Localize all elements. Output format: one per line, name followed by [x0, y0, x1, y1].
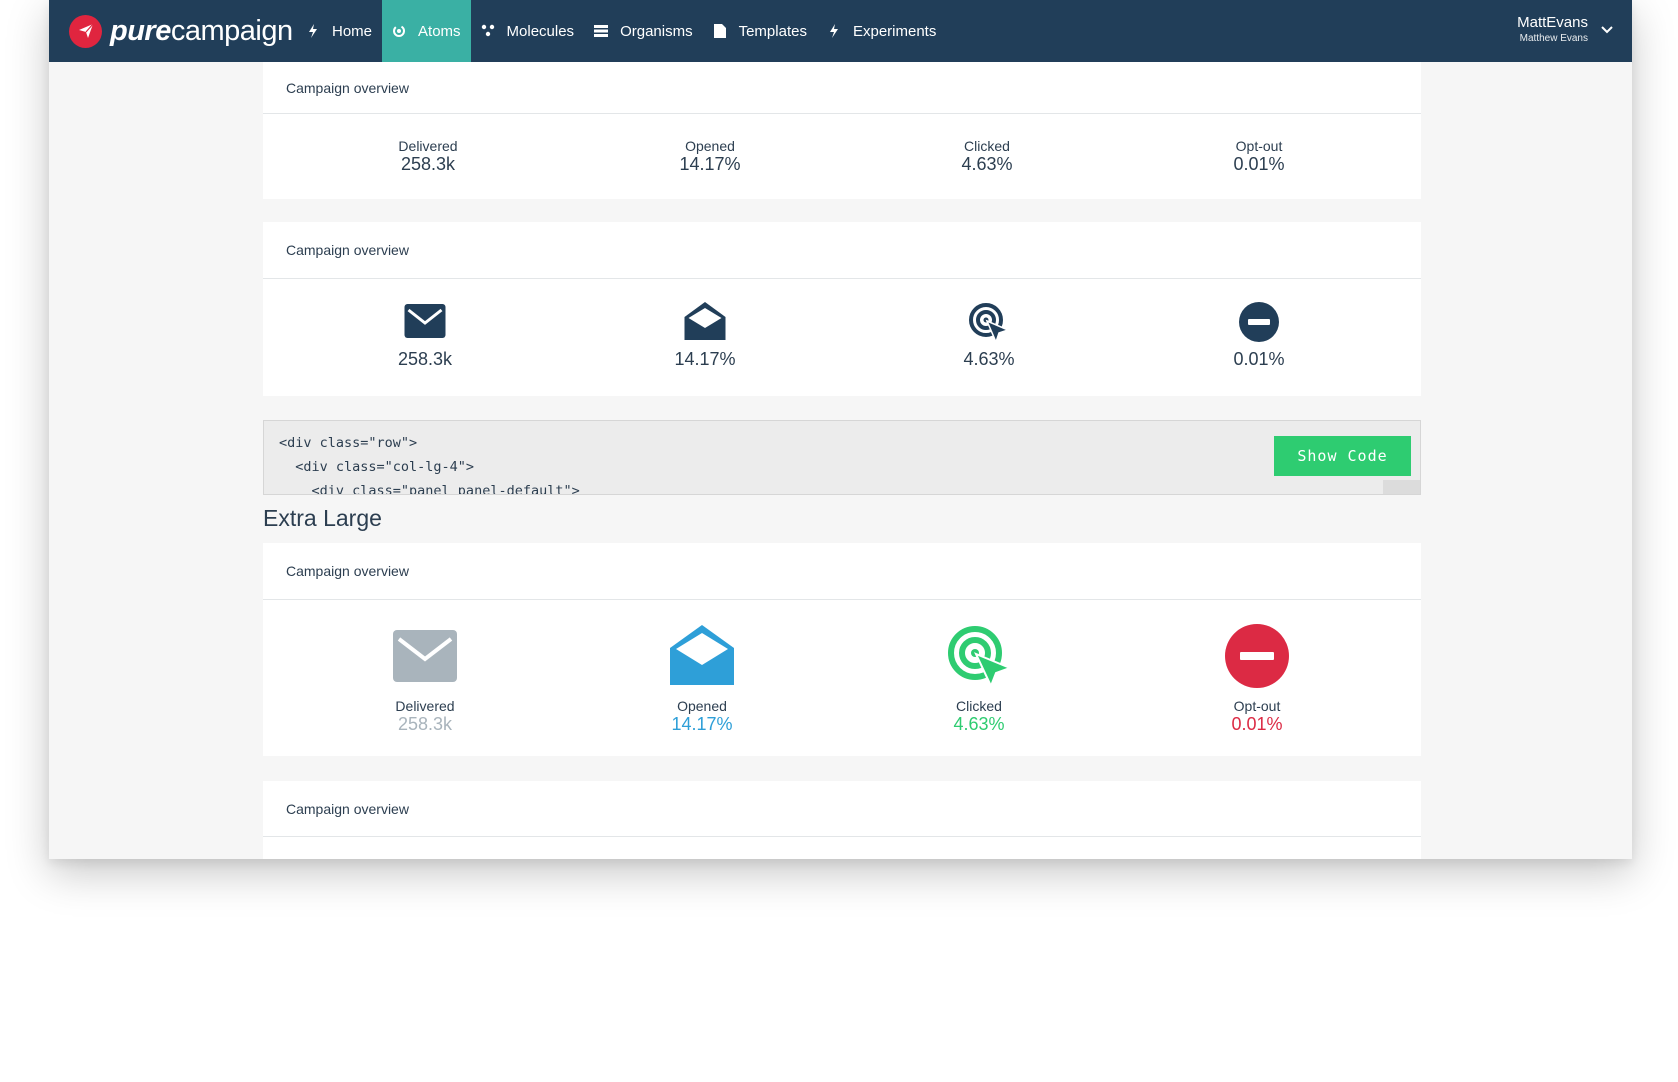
show-code-button[interactable]: Show Code	[1274, 436, 1411, 476]
panel-heading: Campaign overview	[263, 781, 1421, 837]
chevron-down-icon	[1600, 23, 1614, 37]
stat-label: Opt-out	[1235, 138, 1283, 154]
envelope-icon	[393, 630, 457, 687]
stat-value: 4.63%	[961, 154, 1013, 174]
molecule-icon	[481, 24, 495, 38]
nav-item-experiments[interactable]: Experiments	[817, 0, 946, 62]
paper-plane-icon	[69, 14, 102, 48]
brand-logo[interactable]: purecampaign	[69, 14, 293, 48]
stat-label: Opt-out	[1233, 698, 1281, 714]
stat-value: 14.17%	[674, 349, 736, 369]
nav-label: Experiments	[852, 22, 937, 40]
code-line: <div class="panel panel-default">	[279, 483, 580, 495]
panel-body: 258.3k 14.17% 4.63% 0.01%	[263, 279, 1421, 396]
brand-name-light: campaign	[170, 15, 293, 47]
stat-value: 4.63%	[953, 714, 1005, 734]
brand-name-bold: pure	[110, 15, 171, 47]
atom-icon	[392, 24, 406, 38]
nav-item-home[interactable]: Home	[296, 0, 382, 62]
stat-label: Opened	[677, 698, 727, 714]
panel-heading: Campaign overview	[263, 543, 1421, 600]
envelope-open-icon	[670, 625, 734, 690]
campaign-overview-panel-xl: Campaign overview Delivered 258.3k Opene…	[263, 543, 1421, 756]
stat-label: Delivered	[395, 698, 455, 714]
campaign-overview-panel-text: Campaign overview Delivered 258.3k Opene…	[263, 62, 1421, 199]
stat-value: 4.63%	[963, 349, 1015, 369]
minus-circle-icon	[1225, 624, 1289, 693]
campaign-overview-panel-partial: Campaign overview	[263, 781, 1421, 859]
stat-value: 0.01%	[1233, 154, 1285, 174]
stat-clicked: Clicked 4.63%	[961, 138, 1012, 174]
stat-opened: Opened 14.17%	[671, 698, 732, 734]
stat-delivered: Delivered 258.3k	[398, 138, 457, 174]
top-navbar: purecampaign Home Atoms Molecules Organi…	[49, 0, 1632, 62]
section-title: Extra Large	[263, 505, 382, 531]
stat-delivered: Delivered 258.3k	[395, 698, 454, 734]
stat-value: 14.17%	[671, 714, 733, 734]
user-names: MattEvans Matthew Evans	[1517, 14, 1588, 46]
grid-icon	[594, 24, 609, 38]
user-full-name: Matthew Evans	[1519, 33, 1588, 44]
stat-value: 0.01%	[1231, 714, 1283, 734]
campaign-overview-panel-icons: Campaign overview 258.3k 14.17% 4.63% 0.…	[263, 222, 1421, 396]
envelope-icon	[404, 304, 446, 343]
bolt-icon	[306, 24, 320, 38]
minus-circle-icon	[1239, 302, 1279, 347]
bolt-icon	[827, 24, 841, 38]
document-icon	[713, 24, 727, 38]
nav-item-molecules[interactable]: Molecules	[471, 0, 585, 62]
app-window: purecampaign Home Atoms Molecules Organi…	[49, 0, 1632, 859]
panel-body: Delivered 258.3k Opened 14.17% Clicked 4…	[263, 114, 1421, 199]
stat-opened: Opened 14.17%	[679, 138, 740, 174]
target-cursor-icon	[968, 302, 1011, 347]
panel-heading: Campaign overview	[263, 222, 1421, 279]
nav-label: Atoms	[418, 22, 461, 40]
nav-label: Home	[332, 22, 373, 40]
envelope-open-icon	[684, 302, 726, 345]
panel-heading: Campaign overview	[263, 62, 1421, 114]
brand-name: purecampaign	[110, 14, 293, 48]
code-lines: <div class="row"> <div class="col-lg-4">…	[279, 431, 580, 495]
stat-label: Opened	[685, 138, 735, 154]
stat-opt-out: Opt-out 0.01%	[1233, 138, 1284, 174]
stat-label: Clicked	[964, 138, 1010, 154]
code-line: <div class="row">	[279, 435, 418, 451]
code-line: <div class="col-lg-4">	[279, 459, 475, 475]
panel-body: Delivered 258.3k Opened 14.17% Clicked 4…	[263, 600, 1421, 756]
target-cursor-icon	[946, 624, 1013, 691]
stat-value: 258.3k	[397, 349, 453, 369]
nav-label: Organisms	[620, 22, 693, 40]
stat-value: 0.01%	[1233, 349, 1285, 369]
nav-item-atoms[interactable]: Atoms	[382, 0, 471, 62]
user-menu[interactable]: MattEvans Matthew Evans	[1517, 14, 1614, 46]
stat-opt-out: Opt-out 0.01%	[1231, 698, 1282, 734]
stat-label: Delivered	[398, 138, 458, 154]
stat-label: Clicked	[956, 698, 1002, 714]
nav-item-templates[interactable]: Templates	[703, 0, 817, 62]
nav-item-organisms[interactable]: Organisms	[584, 0, 703, 62]
scrollbar[interactable]	[1383, 480, 1420, 494]
main-nav: Home Atoms Molecules Organisms Templates…	[296, 0, 946, 62]
stat-value: 14.17%	[679, 154, 741, 174]
user-username: MattEvans	[1517, 14, 1588, 31]
stat-clicked: Clicked 4.63%	[953, 698, 1004, 734]
stat-value: 258.3k	[400, 154, 456, 174]
nav-label: Molecules	[506, 22, 575, 40]
code-snippet[interactable]: <div class="row"> <div class="col-lg-4">…	[263, 420, 1421, 495]
stat-value: 258.3k	[397, 714, 453, 734]
nav-label: Templates	[738, 22, 807, 40]
